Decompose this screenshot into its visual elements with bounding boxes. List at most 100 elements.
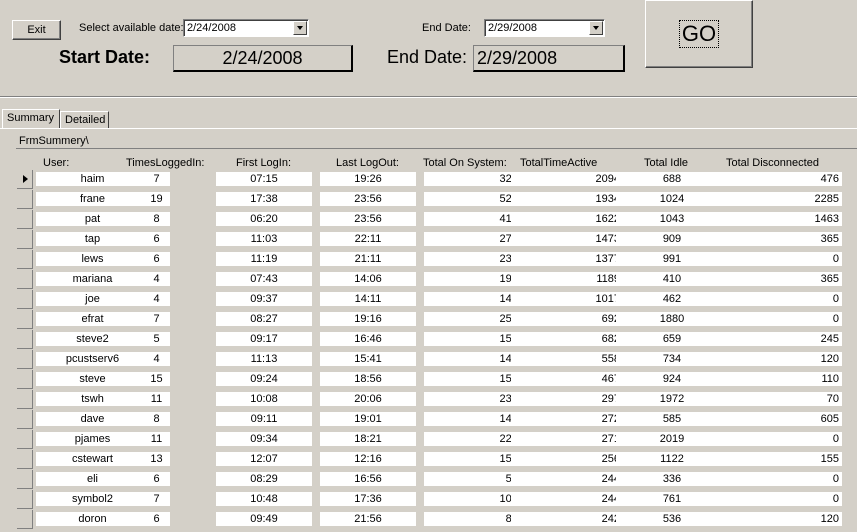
cell-times[interactable]: 6	[143, 232, 171, 247]
cell-active[interactable]: 1017	[511, 292, 624, 307]
cell-last[interactable]: 20:06	[320, 392, 417, 407]
cell-idle[interactable]: 991	[616, 252, 729, 267]
cell-active[interactable]: 682	[511, 332, 624, 347]
cell-idle[interactable]: 659	[616, 332, 729, 347]
go-button[interactable]: GO	[645, 0, 753, 68]
cell-idle[interactable]: 688	[616, 172, 729, 187]
table-row[interactable]: cstewart1312:0712:1615332561122155	[17, 450, 857, 470]
table-row[interactable]: tswh1110:0820:062339297197270	[17, 390, 857, 410]
cell-last[interactable]: 19:16	[320, 312, 417, 327]
cell-first[interactable]: 11:19	[216, 252, 313, 267]
cell-user[interactable]: tap	[36, 232, 150, 247]
cell-disc[interactable]: 0	[727, 432, 843, 447]
record-selector[interactable]	[17, 190, 33, 209]
cell-active[interactable]: 1934	[511, 192, 624, 207]
cell-disc[interactable]: 1463	[727, 212, 843, 227]
cell-disc[interactable]: 0	[727, 472, 843, 487]
cell-last[interactable]: 18:21	[320, 432, 417, 447]
cell-user[interactable]: pat	[36, 212, 150, 227]
cell-last[interactable]: 21:11	[320, 252, 417, 267]
table-row[interactable]: efrat708:2719:16257269218800	[17, 310, 857, 330]
cell-first[interactable]: 09:24	[216, 372, 313, 387]
cell-last[interactable]: 22:11	[320, 232, 417, 247]
record-selector[interactable]	[17, 390, 33, 409]
current-record-icon[interactable]	[17, 170, 33, 189]
cell-idle[interactable]: 734	[616, 352, 729, 367]
record-selector[interactable]	[17, 370, 33, 389]
cell-active[interactable]: 1377	[511, 252, 624, 267]
cell-first[interactable]: 17:38	[216, 192, 313, 207]
record-selector[interactable]	[17, 210, 33, 229]
table-row[interactable]: steve2509:1716:461586682659245	[17, 330, 857, 350]
cell-user[interactable]: steve2	[36, 332, 150, 347]
cell-user[interactable]: tswh	[36, 392, 150, 407]
cell-user[interactable]: frane	[36, 192, 150, 207]
cell-last[interactable]: 19:01	[320, 412, 417, 427]
cell-active[interactable]: 272	[511, 412, 624, 427]
end-date-combo[interactable]: 2/29/2008	[484, 19, 605, 37]
cell-user[interactable]: efrat	[36, 312, 150, 327]
cell-last[interactable]: 17:36	[320, 492, 417, 507]
record-selector[interactable]	[17, 410, 33, 429]
cell-times[interactable]: 4	[143, 272, 171, 287]
start-date-combo[interactable]: 2/24/2008	[183, 19, 309, 37]
table-row[interactable]: frane1917:3823:565243193410242285	[17, 190, 857, 210]
cell-times[interactable]: 7	[143, 172, 171, 187]
cell-user[interactable]: pcustserv6	[36, 352, 150, 367]
cell-first[interactable]: 11:03	[216, 232, 313, 247]
cell-disc[interactable]: 476	[727, 172, 843, 187]
record-selector[interactable]	[17, 270, 33, 289]
cell-times[interactable]: 11	[143, 432, 171, 447]
cell-times[interactable]: 15	[143, 372, 171, 387]
cell-idle[interactable]: 1043	[616, 212, 729, 227]
cell-times[interactable]: 7	[143, 492, 171, 507]
cell-last[interactable]: 18:56	[320, 372, 417, 387]
cell-idle[interactable]: 924	[616, 372, 729, 387]
cell-active[interactable]: 1622	[511, 212, 624, 227]
cell-last[interactable]: 19:26	[320, 172, 417, 187]
record-selector[interactable]	[17, 450, 33, 469]
cell-active[interactable]: 244	[511, 472, 624, 487]
cell-active[interactable]: 244	[511, 492, 624, 507]
cell-disc[interactable]: 70	[727, 392, 843, 407]
cell-last[interactable]: 12:16	[320, 452, 417, 467]
cell-last[interactable]: 23:56	[320, 212, 417, 227]
cell-user[interactable]: haim	[36, 172, 150, 187]
cell-last[interactable]: 16:46	[320, 332, 417, 347]
cell-disc[interactable]: 605	[727, 412, 843, 427]
cell-times[interactable]: 8	[143, 212, 171, 227]
cell-times[interactable]: 6	[143, 512, 171, 527]
cell-first[interactable]: 06:20	[216, 212, 313, 227]
cell-times[interactable]: 8	[143, 412, 171, 427]
cell-disc[interactable]: 0	[727, 252, 843, 267]
cell-active[interactable]: 2094	[511, 172, 624, 187]
cell-times[interactable]: 4	[143, 352, 171, 367]
cell-active[interactable]: 271	[511, 432, 624, 447]
cell-user[interactable]: mariana	[36, 272, 150, 287]
cell-user[interactable]: symbol2	[36, 492, 150, 507]
cell-active[interactable]: 1189	[511, 272, 624, 287]
record-selector[interactable]	[17, 250, 33, 269]
cell-first[interactable]: 07:15	[216, 172, 313, 187]
cell-first[interactable]: 09:11	[216, 412, 313, 427]
table-row[interactable]: joe409:3714:11147910174620	[17, 290, 857, 310]
cell-active[interactable]: 242	[511, 512, 624, 527]
cell-disc[interactable]: 0	[727, 292, 843, 307]
table-row[interactable]: steve1509:2418:561501467924110	[17, 370, 857, 390]
tab-summary[interactable]: Summary	[2, 109, 60, 129]
cell-times[interactable]: 6	[143, 252, 171, 267]
cell-disc[interactable]: 245	[727, 332, 843, 347]
cell-idle[interactable]: 462	[616, 292, 729, 307]
chevron-down-icon[interactable]	[589, 21, 603, 35]
table-row[interactable]: symbol2710:4817:3610052447610	[17, 490, 857, 510]
cell-idle[interactable]: 761	[616, 492, 729, 507]
chevron-down-icon[interactable]	[293, 21, 307, 35]
cell-user[interactable]: lews	[36, 252, 150, 267]
cell-first[interactable]: 10:48	[216, 492, 313, 507]
record-selector[interactable]	[17, 290, 33, 309]
record-selector[interactable]	[17, 350, 33, 369]
table-row[interactable]: tap611:0322:1127471473909365	[17, 230, 857, 250]
cell-first[interactable]: 07:43	[216, 272, 313, 287]
cell-first[interactable]: 09:34	[216, 432, 313, 447]
record-selector[interactable]	[17, 490, 33, 509]
